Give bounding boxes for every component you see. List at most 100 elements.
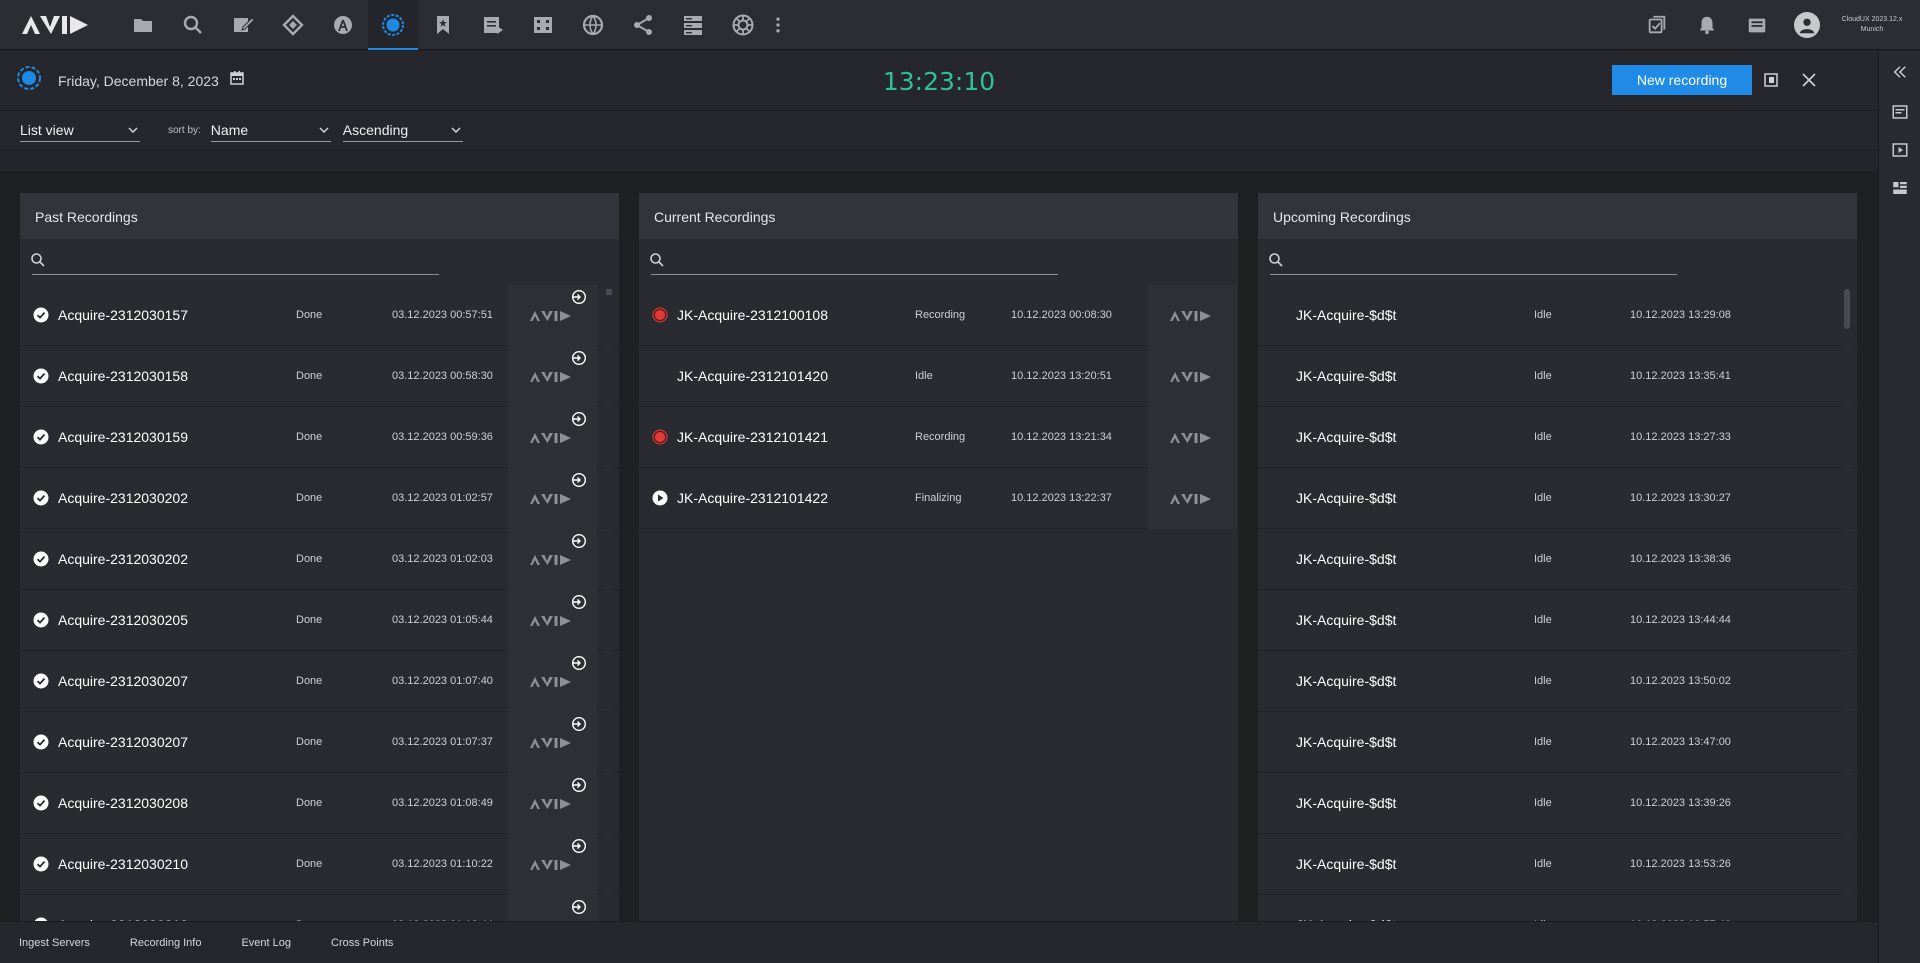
export-icon[interactable] xyxy=(571,655,587,671)
export-icon[interactable] xyxy=(571,350,587,366)
recording-row[interactable]: Acquire-2312030207 Done 03.12.2023 01:07:4… xyxy=(20,651,619,712)
nav-bookmark-button[interactable] xyxy=(418,0,468,50)
user-avatar[interactable] xyxy=(1782,0,1832,50)
tab-recording-info[interactable]: Recording Info xyxy=(130,937,202,949)
nav-bins-button[interactable] xyxy=(518,0,568,50)
export-icon[interactable] xyxy=(571,777,587,793)
recording-row[interactable]: Acquire-2312030208 Done 03.12.2023 01:08:4… xyxy=(20,773,619,834)
recording-row[interactable]: JK-Acquire-$d$t Idle 10.12.2023 13:53:26 xyxy=(1258,834,1857,895)
chevron-down-icon xyxy=(451,127,461,133)
recording-row[interactable]: JK-Acquire-$d$t Idle 10.12.2023 13:50:02 xyxy=(1258,651,1857,712)
tasks-icon[interactable] xyxy=(1632,0,1682,50)
recording-row[interactable]: JK-Acquire-2312101421 Recording 10.12.2023… xyxy=(639,407,1238,468)
recording-row[interactable]: Acquire-2312030210 Done 03.12.2023 01:10:2… xyxy=(20,834,619,895)
tab-ingest-servers[interactable]: Ingest Servers xyxy=(19,937,90,949)
recording-row[interactable]: JK-Acquire-$d$t Idle 10.12.2023 13:47:00 xyxy=(1258,712,1857,773)
export-icon[interactable] xyxy=(571,289,587,305)
recording-status: Done xyxy=(296,553,323,565)
upcoming-recordings-panel: Upcoming Recordings JK-Acquire-$d$t Idle 1… xyxy=(1258,193,1857,939)
panel-info-icon[interactable] xyxy=(1879,93,1920,131)
row-actions[interactable] xyxy=(1148,468,1237,529)
recording-name: Acquire-2312030202 xyxy=(58,490,188,506)
nav-connect-button[interactable] xyxy=(268,0,318,50)
export-icon[interactable] xyxy=(571,716,587,732)
row-actions[interactable] xyxy=(508,712,597,773)
export-icon[interactable] xyxy=(571,899,587,915)
recording-row[interactable]: JK-Acquire-2312100108 Recording 10.12.2023… xyxy=(639,285,1238,346)
sort-field-select[interactable]: Name xyxy=(210,120,331,142)
close-icon[interactable] xyxy=(1798,69,1820,91)
calendar-icon[interactable] xyxy=(229,70,245,91)
nav-more-button[interactable] xyxy=(768,0,788,50)
scrollbar-thumb[interactable] xyxy=(606,289,612,295)
row-actions[interactable] xyxy=(1148,346,1237,407)
export-icon[interactable] xyxy=(571,411,587,427)
recording-row[interactable]: Acquire-2312030202 Done 03.12.2023 01:02:5… xyxy=(20,468,619,529)
current-search-input[interactable] xyxy=(651,253,1058,275)
row-actions[interactable] xyxy=(508,834,597,895)
recording-row[interactable]: JK-Acquire-$d$t Idle 10.12.2023 13:44:44 xyxy=(1258,590,1857,651)
recording-row[interactable]: JK-Acquire-$d$t Idle 10.12.2023 13:39:26 xyxy=(1258,773,1857,834)
nav-share-button[interactable] xyxy=(618,0,668,50)
row-actions[interactable] xyxy=(508,651,597,712)
recording-row[interactable]: JK-Acquire-$d$t Idle 10.12.2023 13:38:36 xyxy=(1258,529,1857,590)
player-icon[interactable] xyxy=(1879,131,1920,169)
tab-cross-points[interactable]: Cross Points xyxy=(331,937,393,949)
nav-search-button[interactable] xyxy=(168,0,218,50)
recording-row[interactable]: JK-Acquire-$d$t Idle 10.12.2023 13:27:33 xyxy=(1258,407,1857,468)
recording-row[interactable]: JK-Acquire-$d$t Idle 10.12.2023 13:35:41 xyxy=(1258,346,1857,407)
past-search-input[interactable] xyxy=(32,253,439,275)
avid-logo[interactable] xyxy=(0,0,110,50)
upcoming-search-input[interactable] xyxy=(1270,253,1677,275)
inbox-icon[interactable] xyxy=(1732,0,1782,50)
view-select[interactable]: List view xyxy=(20,120,140,142)
row-actions[interactable] xyxy=(1148,407,1237,468)
recording-row[interactable]: Acquire-2312030207 Done 03.12.2023 01:07:3… xyxy=(20,712,619,773)
view-select-value: List view xyxy=(20,122,74,138)
recording-row[interactable]: Acquire-2312030158 Done 03.12.2023 00:58:3… xyxy=(20,346,619,407)
row-actions[interactable] xyxy=(508,346,597,407)
recording-row[interactable]: Acquire-2312030157 Done 03.12.2023 00:57:5… xyxy=(20,285,619,346)
nav-globe-button[interactable] xyxy=(568,0,618,50)
nav-antenna-button[interactable] xyxy=(318,0,368,50)
tab-event-log[interactable]: Event Log xyxy=(241,937,291,949)
scrollbar[interactable] xyxy=(604,285,614,939)
row-actions[interactable] xyxy=(508,773,597,834)
layout-icon[interactable] xyxy=(1879,169,1920,207)
row-actions[interactable] xyxy=(508,529,597,590)
recording-status: Idle xyxy=(1534,614,1552,626)
recording-row[interactable]: Acquire-2312030159 Done 03.12.2023 00:59:3… xyxy=(20,407,619,468)
collapse-chevrons-icon[interactable] xyxy=(1879,51,1920,93)
recording-row[interactable]: JK-Acquire-2312101422 Finalizing 10.12.202… xyxy=(639,468,1238,529)
detach-icon[interactable] xyxy=(1760,69,1782,91)
clock: 13:23:10 xyxy=(882,67,996,96)
nav-folder-button[interactable] xyxy=(118,0,168,50)
new-recording-button[interactable]: New recording xyxy=(1612,65,1752,95)
recording-time: 03.12.2023 01:02:03 xyxy=(392,553,493,565)
recording-row[interactable]: Acquire-2312030202 Done 03.12.2023 01:02:0… xyxy=(20,529,619,590)
nav-recording-button[interactable] xyxy=(368,0,418,50)
nav-edit-button[interactable] xyxy=(218,0,268,50)
row-actions[interactable] xyxy=(508,468,597,529)
export-icon[interactable] xyxy=(571,472,587,488)
nav-server-button[interactable] xyxy=(668,0,718,50)
edit-icon xyxy=(234,16,255,32)
export-icon[interactable] xyxy=(571,533,587,549)
recording-row[interactable]: JK-Acquire-$d$t Idle 10.12.2023 13:29:08 xyxy=(1258,285,1857,346)
sort-order-select[interactable]: Ascending xyxy=(342,120,463,142)
export-icon[interactable] xyxy=(571,838,587,854)
row-actions[interactable] xyxy=(508,590,597,651)
recording-row[interactable]: Acquire-2312030205 Done 03.12.2023 01:05:4… xyxy=(20,590,619,651)
scrollbar-thumb[interactable] xyxy=(1844,289,1850,329)
recording-status: Done xyxy=(296,797,323,809)
row-actions[interactable] xyxy=(1148,285,1237,346)
nav-settings-wheel-button[interactable] xyxy=(718,0,768,50)
row-actions[interactable] xyxy=(508,285,597,346)
notification-bell-icon[interactable] xyxy=(1682,0,1732,50)
export-icon[interactable] xyxy=(571,594,587,610)
scrollbar[interactable] xyxy=(1842,285,1852,939)
row-actions[interactable] xyxy=(508,407,597,468)
recording-row[interactable]: JK-Acquire-$d$t Idle 10.12.2023 13:30:27 xyxy=(1258,468,1857,529)
recording-row[interactable]: JK-Acquire-2312101420 Idle 10.12.2023 13:2… xyxy=(639,346,1238,407)
nav-playlist-button[interactable] xyxy=(468,0,518,50)
